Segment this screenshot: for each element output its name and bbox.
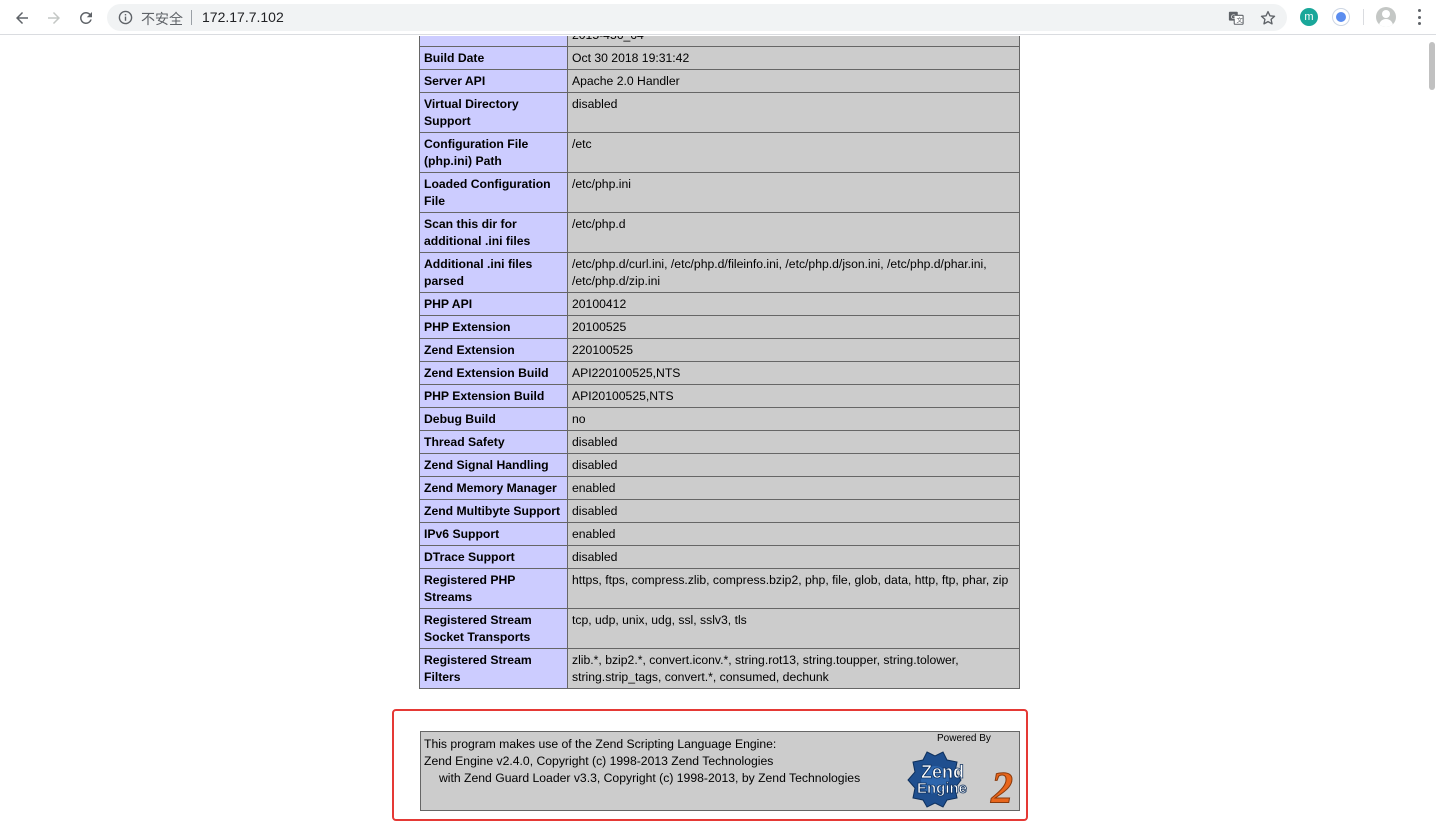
- extension-icon[interactable]: [1332, 8, 1350, 26]
- row-key: PHP Extension: [419, 315, 568, 339]
- table-row: Registered Stream Filters zlib.*, bzip2.*…: [419, 648, 1020, 689]
- row-value: disabled: [567, 92, 1020, 133]
- row-value: /etc/php.ini: [567, 172, 1020, 213]
- row-value: 20100525: [567, 315, 1020, 339]
- vertical-scrollbar[interactable]: [1428, 36, 1436, 823]
- row-key: PHP API: [419, 292, 568, 316]
- row-key: [419, 36, 568, 47]
- table-row: Scan this dir for additional .ini files /…: [419, 212, 1020, 253]
- row-key: Registered Stream Socket Transports: [419, 608, 568, 649]
- row-value: 2015-456_64: [567, 36, 1020, 47]
- row-key: Registered Stream Filters: [419, 648, 568, 689]
- row-value: API220100525,NTS: [567, 361, 1020, 385]
- forward-arrow-icon[interactable]: [42, 6, 66, 30]
- reload-icon[interactable]: [74, 6, 98, 30]
- svg-text:G: G: [1231, 14, 1236, 21]
- row-value: zlib.*, bzip2.*, convert.iconv.*, string…: [567, 648, 1020, 689]
- highlight-annotation-box: [392, 709, 1028, 821]
- row-key: Debug Build: [419, 407, 568, 431]
- table-row: Zend Multibyte Support disabled: [419, 499, 1020, 523]
- row-value: disabled: [567, 499, 1020, 523]
- row-key: PHP Extension Build: [419, 384, 568, 408]
- row-key: Zend Signal Handling: [419, 453, 568, 477]
- row-value: enabled: [567, 476, 1020, 500]
- table-row: Registered PHP Streams https, ftps, compr…: [419, 568, 1020, 609]
- row-value: 20100412: [567, 292, 1020, 316]
- info-icon[interactable]: [118, 10, 133, 25]
- row-key: Loaded Configuration File: [419, 172, 568, 213]
- toolbar-separator: [1363, 9, 1364, 25]
- security-label[interactable]: 不安全: [141, 9, 183, 29]
- row-key: Server API: [419, 69, 568, 93]
- table-row: Zend Signal Handling disabled: [419, 453, 1020, 477]
- row-key: Zend Memory Manager: [419, 476, 568, 500]
- table-row: Build Date Oct 30 2018 19:31:42: [419, 46, 1020, 70]
- row-value: /etc/php.d/curl.ini, /etc/php.d/fileinfo…: [567, 252, 1020, 293]
- table-row: Additional .ini files parsed/etc/php.d/c…: [419, 252, 1020, 293]
- row-value: disabled: [567, 453, 1020, 477]
- row-key: Thread Safety: [419, 430, 568, 454]
- table-row: Virtual Directory Support disabled: [419, 92, 1020, 133]
- row-key: Configuration File (php.ini) Path: [419, 132, 568, 173]
- row-value: /etc: [567, 132, 1020, 173]
- row-value: disabled: [567, 430, 1020, 454]
- address-bar[interactable]: 不安全 172.17.7.102 G 文: [107, 4, 1287, 31]
- more-menu-icon[interactable]: [1410, 8, 1428, 26]
- table-row: Zend Memory Manager enabled: [419, 476, 1020, 500]
- page-viewport: 2015-456_64Build DateOct 30 2018 19:31:4…: [0, 36, 1436, 823]
- row-key: Scan this dir for additional .ini files: [419, 212, 568, 253]
- row-key: Virtual Directory Support: [419, 92, 568, 133]
- row-key: Registered PHP Streams: [419, 568, 568, 609]
- row-value: 220100525: [567, 338, 1020, 362]
- row-value: no: [567, 407, 1020, 431]
- svg-text:文: 文: [1236, 17, 1243, 25]
- omnibox-separator: [191, 10, 192, 25]
- phpinfo-table: 2015-456_64Build DateOct 30 2018 19:31:4…: [419, 36, 1020, 689]
- row-key: Zend Multibyte Support: [419, 499, 568, 523]
- row-value: Oct 30 2018 19:31:42: [567, 46, 1020, 70]
- table-row: DTrace Support disabled: [419, 545, 1020, 569]
- row-value: https, ftps, compress.zlib, compress.bzi…: [567, 568, 1020, 609]
- table-row: Zend Extension 220100525: [419, 338, 1020, 362]
- table-row: Loaded Configuration File/etc/php.ini: [419, 172, 1020, 213]
- translate-icon[interactable]: G 文: [1227, 9, 1245, 27]
- url-text[interactable]: 172.17.7.102: [202, 9, 284, 25]
- back-arrow-icon[interactable]: [10, 6, 34, 30]
- table-row: Registered Stream Socket Transports tcp, …: [419, 608, 1020, 649]
- table-row: PHP API 20100412: [419, 292, 1020, 316]
- table-row: IPv6 Support enabled: [419, 522, 1020, 546]
- row-key: DTrace Support: [419, 545, 568, 569]
- row-key: Zend Extension Build: [419, 361, 568, 385]
- table-row: Debug Build no: [419, 407, 1020, 431]
- table-row: PHP Extension 20100525: [419, 315, 1020, 339]
- row-value: enabled: [567, 522, 1020, 546]
- row-key: IPv6 Support: [419, 522, 568, 546]
- table-row: 2015-456_64: [419, 36, 1020, 47]
- browser-toolbar: 不安全 172.17.7.102 G 文 m: [0, 0, 1436, 35]
- table-row: Zend Extension Build API220100525,NTS: [419, 361, 1020, 385]
- row-key: Zend Extension: [419, 338, 568, 362]
- scrollbar-thumb[interactable]: [1429, 42, 1435, 90]
- extension-m-icon[interactable]: m: [1300, 8, 1318, 26]
- profile-avatar-icon[interactable]: [1376, 7, 1396, 27]
- table-row: Thread Safety disabled: [419, 430, 1020, 454]
- star-icon[interactable]: [1259, 9, 1277, 27]
- table-row: Configuration File (php.ini) Path/etc: [419, 132, 1020, 173]
- row-key: Additional .ini files parsed: [419, 252, 568, 293]
- row-value: /etc/php.d: [567, 212, 1020, 253]
- row-value: tcp, udp, unix, udg, ssl, sslv3, tls: [567, 608, 1020, 649]
- table-row: Server API Apache 2.0 Handler: [419, 69, 1020, 93]
- row-value: disabled: [567, 545, 1020, 569]
- row-value: Apache 2.0 Handler: [567, 69, 1020, 93]
- row-value: API20100525,NTS: [567, 384, 1020, 408]
- row-key: Build Date: [419, 46, 568, 70]
- table-row: PHP Extension Build API20100525,NTS: [419, 384, 1020, 408]
